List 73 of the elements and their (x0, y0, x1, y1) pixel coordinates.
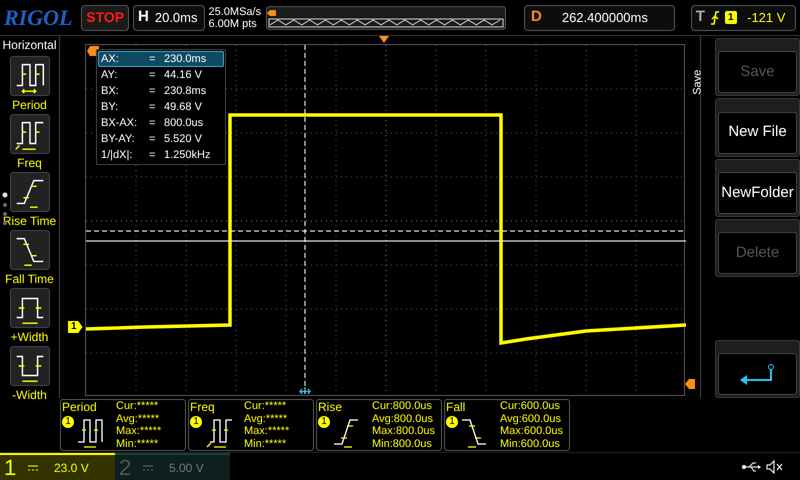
measurement-value: Max:***** (116, 425, 162, 438)
measurement-value: Min:***** (116, 438, 160, 450)
rising-edge-icon (710, 10, 720, 24)
measurement-name: Fall (446, 400, 466, 414)
channel-scale: 23.0 V (54, 460, 89, 476)
mute-icon (766, 460, 784, 474)
measurement-name: Period (62, 400, 98, 414)
readout-row[interactable]: BY: = 49.68 V (98, 99, 224, 115)
channel-tab[interactable]: 2 5.00 V (115, 452, 230, 480)
measurement-value: Cur:800.0us (372, 400, 433, 412)
measurement-value: Min:800.0us (372, 438, 433, 450)
delay-label: D (531, 7, 542, 28)
channel-badge: 1 (446, 416, 458, 428)
brand-logo: RIGOL (4, 4, 74, 32)
delay-value: 262.400000ms (560, 8, 649, 27)
readout-row[interactable]: BY-AY: = 5.520 V (98, 131, 224, 147)
readout-row[interactable]: BX-AX: = 800.0us (98, 115, 224, 131)
channel-badge: 1 (190, 416, 202, 428)
measure-item[interactable]: Fall Time (5, 230, 54, 288)
measure-button[interactable] (10, 172, 50, 212)
measure-item[interactable]: -Width (10, 346, 50, 404)
measurement-value: Avg:800.0us (372, 412, 434, 425)
measure-button[interactable] (10, 230, 50, 270)
measure-button[interactable] (10, 56, 50, 96)
measure-item[interactable]: Freq (10, 114, 50, 172)
menu-button[interactable]: New File (718, 112, 797, 154)
vertical-cursor-line[interactable] (304, 45, 306, 397)
menu-title: Save (690, 70, 704, 95)
readout-row[interactable]: AX: = 230.0ms (98, 51, 224, 67)
sidebar-title: Horizontal (2, 38, 57, 52)
measurement-value: Min:***** (244, 438, 288, 450)
timebase-label: H (138, 7, 149, 28)
run-state-button[interactable]: STOP (81, 4, 130, 30)
measurement-value: Avg:***** (116, 412, 160, 425)
dc-coupling-icon (143, 464, 153, 472)
back-button[interactable] (718, 353, 797, 395)
channel-marker: 1 (68, 321, 83, 333)
measurement-value: Max:***** (244, 425, 290, 438)
readout-row[interactable]: 1/|dX|: = 1.250kHz (98, 147, 224, 163)
measurement-value: Avg:600.0us (500, 412, 562, 425)
measure-item[interactable]: +Width (10, 288, 50, 346)
measurement-value: Min:600.0us (500, 438, 561, 450)
trigger-channel-badge: 1 (724, 11, 737, 24)
channel-badge: 1 (62, 416, 74, 428)
trigger-level-icon (685, 379, 695, 389)
cursor-position-icon (299, 387, 311, 396)
measure-button[interactable] (10, 288, 50, 328)
measurement-value: Cur:***** (116, 400, 160, 412)
measurement-value: Cur:600.0us (500, 400, 561, 412)
measurement-value: Cur:***** (244, 400, 288, 412)
menu-button[interactable]: NewFolder (718, 172, 797, 214)
channel-badge: 1 (318, 416, 330, 428)
readout-row[interactable]: BX: = 230.8ms (98, 83, 224, 99)
sample-rate: 25.0MSa/s (208, 6, 262, 18)
measure-button[interactable] (10, 114, 50, 154)
measurement-name: Freq (190, 400, 216, 414)
measurement-value: Avg:***** (244, 412, 288, 425)
timebase-value: 20.0ms (154, 8, 198, 27)
dc-coupling-icon (28, 464, 38, 472)
measurement-value: Max:800.0us (372, 425, 435, 438)
measurement-value: Max:600.0us (500, 425, 563, 438)
trigger-position-icon (379, 36, 389, 43)
channel-tab[interactable]: 1 23.0 V (0, 452, 115, 480)
usb-icon (742, 462, 762, 472)
channel-scale: 5.00 V (169, 460, 204, 476)
horizontal-cursor-line[interactable] (86, 230, 686, 232)
measure-button[interactable] (10, 346, 50, 386)
memory-depth: 6.00M pts (208, 18, 258, 30)
measure-item[interactable]: Period (10, 56, 50, 114)
readout-row[interactable]: AY: = 44.16 V (98, 67, 224, 83)
trigger-label: T (696, 7, 705, 28)
trigger-level: -121 V (746, 8, 786, 27)
measurement-name: Rise (318, 400, 344, 414)
